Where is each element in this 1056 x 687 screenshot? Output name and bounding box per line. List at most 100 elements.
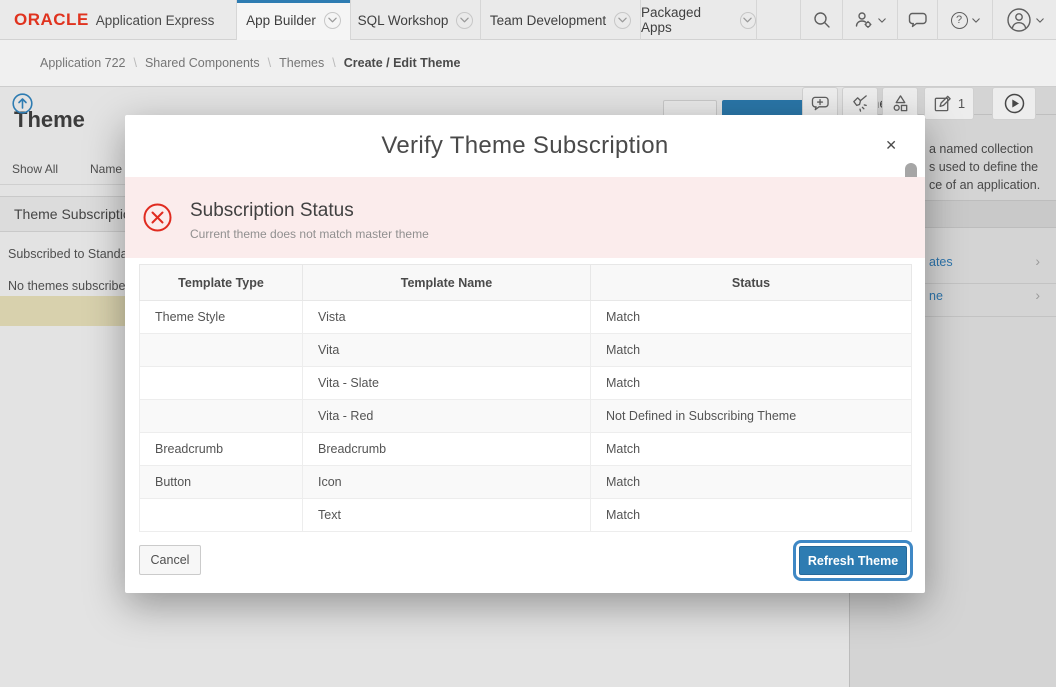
help-icon: ? (951, 12, 968, 29)
table-row: Vita - RedNot Defined in Subscribing The… (140, 400, 912, 433)
chevron-down-icon (972, 18, 980, 23)
breadcrumb-separator: \ (268, 56, 271, 70)
product-name: Application Express (96, 13, 215, 28)
table-cell: Match (591, 301, 912, 334)
table-cell: Vita - Slate (303, 367, 591, 400)
help-line: ce of an application. (929, 176, 1040, 194)
run-app-button[interactable] (992, 87, 1036, 120)
breadcrumb-item[interactable]: Application 722 (40, 56, 125, 70)
comment-plus-icon (811, 95, 830, 112)
chevron-down-icon (878, 18, 886, 23)
chevron-right-icon: › (1035, 253, 1040, 269)
breadcrumb-item[interactable]: Themes (279, 56, 324, 70)
table-cell: Vita - Red (303, 400, 591, 433)
column-header: Template Type (140, 265, 303, 301)
table-cell: Not Defined in Subscribing Theme (591, 400, 912, 433)
up-level-icon[interactable] (12, 93, 33, 114)
chevron-down-icon[interactable] (324, 12, 341, 29)
dialog-title: Verify Theme Subscription (125, 132, 925, 160)
table-cell: Vista (303, 301, 591, 334)
tab-label: Team Development (490, 13, 606, 28)
verify-theme-subscription-dialog: Verify Theme Subscription ✕ Subscription… (125, 115, 925, 593)
search-button[interactable] (800, 0, 842, 40)
column-header: Template Name (303, 265, 591, 301)
breadcrumb-separator: \ (133, 56, 136, 70)
feedback-button[interactable] (897, 0, 937, 40)
tab-show-all[interactable]: Show All (12, 162, 58, 176)
quick-edit-button[interactable]: 1 (924, 87, 974, 120)
brand: ORACLE Application Express (14, 0, 214, 40)
table-cell (140, 499, 303, 532)
navbar: ORACLE Application Express App Builder S… (0, 0, 1056, 40)
chevron-right-icon: › (1035, 287, 1040, 303)
breadcrumb-bar: Application 722 \ Shared Components \ Th… (0, 40, 1056, 87)
edit-count: 1 (958, 96, 965, 111)
flashlight-icon (851, 94, 870, 113)
sidebar-help-text: a named collection s used to define the … (929, 140, 1040, 194)
help-line: a named collection (929, 140, 1040, 158)
table-cell: Match (591, 367, 912, 400)
breadcrumb-item[interactable]: Shared Components (145, 56, 260, 70)
error-circle-x-icon (143, 203, 172, 232)
column-header: Status (591, 265, 912, 301)
chat-bubble-icon (908, 11, 928, 29)
refresh-theme-button[interactable]: Refresh Theme (799, 546, 907, 575)
search-icon (812, 10, 832, 30)
breadcrumb: Application 722 \ Shared Components \ Th… (40, 40, 460, 86)
table-cell: Button (140, 466, 303, 499)
shapes-icon (891, 94, 910, 113)
help-button[interactable]: ? (937, 0, 992, 40)
table-row: ButtonIconMatch (140, 466, 912, 499)
no-themes-text: No themes subscribe (8, 279, 125, 293)
help-line: s used to define the (929, 158, 1040, 176)
tab-sql-workshop[interactable]: SQL Workshop (351, 0, 481, 40)
play-icon (1004, 93, 1025, 114)
table-cell: Text (303, 499, 591, 532)
account-button[interactable] (992, 0, 1056, 40)
table-cell: Match (591, 334, 912, 367)
tab-label: Packaged Apps (641, 5, 732, 35)
chevron-down-icon[interactable] (740, 12, 756, 29)
tab-name[interactable]: Name (90, 162, 122, 176)
sidebar-link-templates[interactable]: ates (929, 255, 953, 269)
close-icon[interactable]: ✕ (881, 133, 901, 158)
table-cell: Match (591, 433, 912, 466)
table-row: Theme StyleVistaMatch (140, 301, 912, 334)
alert-message: Current theme does not match master them… (190, 227, 429, 241)
oracle-logo: ORACLE (14, 10, 89, 30)
breadcrumb-separator: \ (332, 56, 335, 70)
table-cell: Breadcrumb (140, 433, 303, 466)
table-cell (140, 334, 303, 367)
subscription-status-alert: Subscription Status Current theme does n… (125, 177, 925, 258)
sidebar-link-theme[interactable]: ne (929, 289, 943, 303)
section-header-label: Theme Subscriptio (14, 197, 131, 231)
table-cell: Vita (303, 334, 591, 367)
tab-team-development[interactable]: Team Development (481, 0, 641, 40)
subscription-summary-text: Subscribed to Standa (8, 247, 128, 261)
edit-icon (933, 94, 952, 113)
table-cell: Theme Style (140, 301, 303, 334)
table-cell: Match (591, 466, 912, 499)
tab-packaged-apps[interactable]: Packaged Apps (641, 0, 757, 40)
administration-button[interactable] (842, 0, 897, 40)
tab-label: App Builder (246, 13, 316, 28)
breadcrumb-current: Create / Edit Theme (344, 56, 461, 70)
table-row: Vita - SlateMatch (140, 367, 912, 400)
table-header-row: Template Type Template Name Status (140, 265, 912, 301)
alert-title: Subscription Status (190, 200, 354, 222)
tab-label: SQL Workshop (358, 13, 449, 28)
chevron-down-icon[interactable] (456, 12, 473, 29)
table-cell: Breadcrumb (303, 433, 591, 466)
user-gear-icon (854, 10, 874, 30)
table-row: VitaMatch (140, 334, 912, 367)
table-cell (140, 400, 303, 433)
template-status-table: Template Type Template Name Status Theme… (139, 264, 912, 532)
table-cell: Icon (303, 466, 591, 499)
chevron-down-icon[interactable] (614, 12, 631, 29)
cancel-button[interactable]: Cancel (139, 545, 201, 575)
table-row: BreadcrumbBreadcrumbMatch (140, 433, 912, 466)
chevron-down-icon (1036, 18, 1044, 23)
table-cell (140, 367, 303, 400)
table-row: TextMatch (140, 499, 912, 532)
tab-app-builder[interactable]: App Builder (236, 0, 351, 40)
